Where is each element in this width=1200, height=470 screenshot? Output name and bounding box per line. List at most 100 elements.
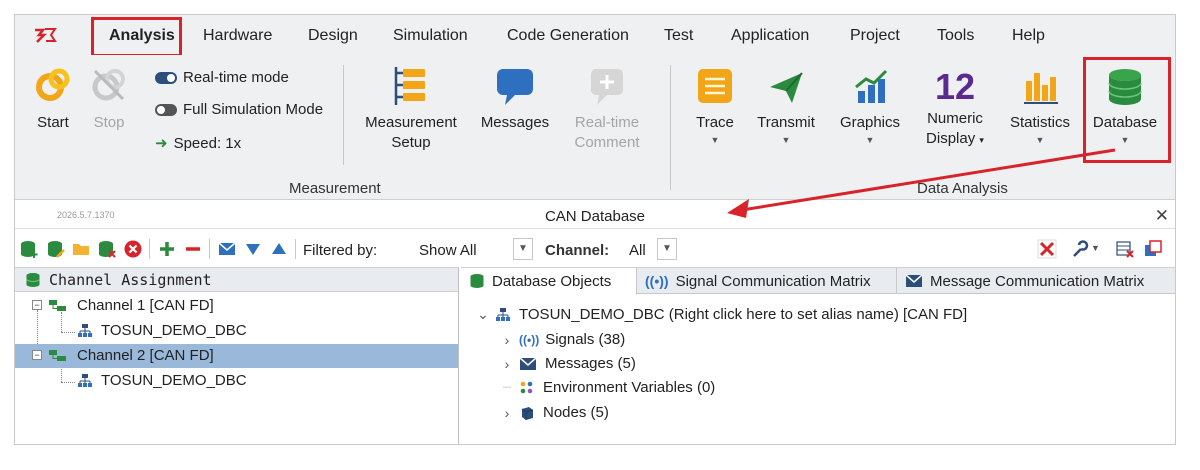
database-remove-icon[interactable] [97,239,117,259]
tree-item-messages[interactable]: › Messages (5) [499,355,636,372]
wrench-icon[interactable] [1069,239,1089,259]
tab-design[interactable]: Design [308,27,358,45]
dropdown-caret-icon: ▼ [1035,135,1045,145]
tab-help[interactable]: Help [1012,27,1045,45]
tab-label: Signal Communication Matrix [675,272,871,290]
message-envelope-icon[interactable] [217,239,237,259]
tree-item-channel-1[interactable]: − Channel 1 [CAN FD] [15,294,458,318]
folder-open-icon[interactable] [71,239,91,259]
toolbar-separator [209,239,210,259]
filter-select-value[interactable]: Show All [419,242,477,259]
graphics-button[interactable]: Graphics ▼ [835,65,905,145]
tree-item-label: Messages (5) [545,355,636,372]
remove-icon[interactable] [183,239,203,259]
signal-wave-icon: ((•)) [519,332,540,347]
dropdown-caret-icon[interactable]: ▼ [1091,243,1100,253]
close-icon[interactable]: ✕ [1155,206,1169,226]
analysis-highlight-box [91,17,182,57]
dropdown-caret-icon: ▼ [710,135,720,145]
realtime-comment-label-line1: Real-time [574,114,640,131]
statistics-bar-icon [1024,73,1058,104]
full-simulation-mode-label: Full Simulation Mode [183,101,324,118]
messages-label: Messages [480,114,550,131]
database-edit-icon[interactable] [45,239,65,259]
messages-button[interactable]: Messages [479,65,551,133]
tab-test[interactable]: Test [664,27,693,45]
tab-message-communication-matrix[interactable]: Message Communication Matrix [897,268,1175,294]
window-titlebar[interactable]: 2026.5.7.1370 CAN Database ✕ [15,203,1175,229]
collapse-icon[interactable]: − [32,300,42,310]
numeric-display-button[interactable]: 12 Numeric Display ▾ [919,65,991,150]
measurement-setup-button[interactable]: Measurement Setup [359,65,463,153]
realtime-mode-toggle[interactable]: Real-time mode [155,69,289,86]
collapse-icon[interactable]: − [32,350,42,360]
table-delete-icon[interactable] [1115,239,1135,259]
tree-connector-icon: ┈ [502,379,512,395]
graphics-chart-icon [855,69,888,103]
transmit-button[interactable]: Transmit ▼ [753,65,819,145]
tree-item-nodes[interactable]: › Nodes (5) [499,404,609,421]
chevron-right-icon[interactable]: › [499,332,515,348]
add-icon[interactable] [157,239,177,259]
dbc-network-icon [78,324,92,337]
clear-filter-icon[interactable] [1037,239,1057,259]
tree-item-label: Channel 2 [CAN FD] [77,347,214,364]
filter-dropdown-button[interactable]: ▼ [513,238,533,260]
tree-item-label: Channel 1 [CAN FD] [77,297,214,314]
numeric-display-icon: 12 [934,66,976,107]
tab-bar: Database Objects ((•)) Signal Communicat… [461,268,1175,295]
delete-circle-icon[interactable] [123,239,143,259]
start-label: Start [37,114,69,131]
graphics-label: Graphics [839,114,901,131]
speed-control[interactable]: ➜ Speed: 1x [155,134,242,153]
ribbon: Start Stop Real-time mode Full Simulatio… [15,55,1175,200]
tab-code-generation[interactable]: Code Generation [507,27,629,45]
tree-item-dbc-root[interactable]: ⌄ TOSUN_DEMO_DBC (Right click here to se… [475,306,967,323]
data-analysis-group-label: Data Analysis [917,180,1008,197]
channel-dropdown-button[interactable]: ▼ [657,238,677,260]
start-button[interactable]: Start [31,65,75,133]
tab-application[interactable]: Application [731,27,809,45]
app-logo-icon[interactable] [33,26,57,44]
channel-label: Channel: [545,242,610,259]
channel-select-value[interactable]: All [629,242,646,259]
export-icon[interactable] [1143,239,1163,259]
dropdown-caret-icon: ▼ [781,135,791,145]
tab-simulation[interactable]: Simulation [393,27,468,45]
tree-item-channel-1-db[interactable]: TOSUN_DEMO_DBC [15,319,458,343]
stop-button[interactable]: Stop [87,65,131,133]
move-up-icon[interactable] [269,239,289,259]
toggle-on-icon [155,71,177,84]
chevron-right-icon[interactable]: › [499,405,515,421]
tree-item-channel-2[interactable]: − Channel 2 [CAN FD] [15,344,458,368]
tree-item-environment-variables[interactable]: ┈ Environment Variables (0) [499,379,716,396]
statistics-button[interactable]: Statistics ▼ [1005,65,1075,145]
tab-database-objects[interactable]: Database Objects [461,268,637,295]
ribbon-separator [670,65,671,190]
messages-icon [497,69,533,105]
toolbar-separator [149,239,150,259]
tree-item-channel-2-db[interactable]: TOSUN_DEMO_DBC [15,369,458,393]
realtime-comment-button[interactable]: Real-time Comment [565,65,649,153]
tab-project[interactable]: Project [850,27,900,45]
chevron-right-icon[interactable]: › [499,356,515,372]
move-down-icon[interactable] [243,239,263,259]
speed-label: Speed: 1x [173,134,242,152]
full-simulation-mode-toggle[interactable]: Full Simulation Mode [155,101,323,118]
measurement-setup-label-line1: Measurement [365,114,457,131]
measurement-setup-label-line2: Setup [391,134,431,151]
database-add-icon[interactable] [19,239,39,259]
trace-button[interactable]: Trace ▼ [687,65,743,145]
tree-item-label: TOSUN_DEMO_DBC [101,372,247,389]
node-cube-icon [521,406,534,420]
realtime-mode-label: Real-time mode [183,69,289,86]
tab-tools[interactable]: Tools [937,27,974,45]
tree-item-signals[interactable]: › ((•)) Signals (38) [499,331,626,348]
tab-signal-communication-matrix[interactable]: ((•)) Signal Communication Matrix [637,268,897,294]
tab-hardware[interactable]: Hardware [203,27,272,45]
app-frame: Analysis Hardware Design Simulation Code… [14,14,1176,445]
chevron-down-icon[interactable]: ⌄ [475,306,491,323]
trace-icon [698,69,732,103]
measurement-setup-icon [394,67,425,105]
numeric-display-label-line2: Display ▾ [926,130,984,147]
